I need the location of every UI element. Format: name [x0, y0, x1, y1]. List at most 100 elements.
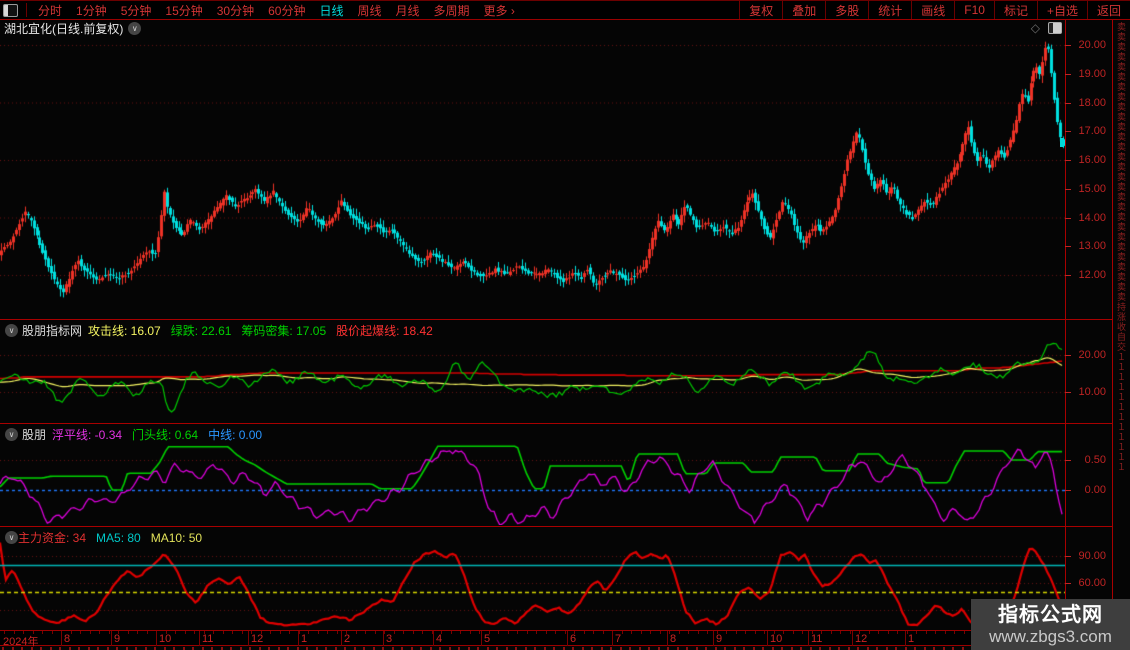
minor-tick — [365, 631, 366, 634]
minor-tick — [318, 631, 319, 634]
minor-tick — [289, 631, 290, 634]
minor-tick — [394, 631, 395, 634]
minor-tick — [888, 631, 889, 634]
menu-item-period[interactable]: 月线 — [389, 2, 427, 19]
minor-tick — [175, 631, 176, 634]
minor-tick — [916, 631, 917, 634]
menu-item-period[interactable]: 多周期 — [427, 2, 477, 19]
minor-tick — [517, 631, 518, 634]
indicator-value: 攻击线: 16.07 — [88, 324, 161, 338]
menu-item-action[interactable]: 统计 — [868, 1, 911, 19]
gupeng-panel-header: ∨ 股朋 浮平线: -0.34 门头线: 0.64 中线: 0.00 — [0, 426, 272, 443]
minor-tick — [356, 631, 357, 634]
menu-item-action[interactable]: 复权 — [739, 1, 782, 19]
funds-panel-header: ∨ 主力资金: 34 MA5: 80 MA10: 50 — [0, 529, 212, 546]
minor-tick — [850, 631, 851, 634]
month-separator — [199, 631, 200, 646]
price-axis: 20.00 19.00 18.00 17.00 16.00 15.00 14.00 13.00… — [1065, 20, 1112, 646]
time-label: 8 — [64, 633, 71, 645]
menu-item-period[interactable]: 周线 — [350, 2, 388, 19]
month-separator — [156, 631, 157, 646]
minor-tick — [451, 631, 452, 634]
axis-label: 0.00 — [1084, 484, 1106, 496]
panel-separator — [0, 319, 1112, 320]
menu-item-action[interactable]: +自选 — [1036, 1, 1087, 19]
menu-item-action[interactable]: 标记 — [993, 1, 1037, 19]
watermark-title: 指标公式网 — [998, 603, 1103, 626]
minor-tick — [584, 631, 585, 634]
time-label: 10 — [770, 633, 783, 645]
menu-item-period[interactable]: 更多 › — [477, 2, 522, 19]
minor-tick — [878, 631, 879, 634]
indicator-value: 筹码密集: 17.05 — [241, 324, 327, 338]
collapse-icon[interactable]: ∨ — [5, 324, 18, 337]
current-price-marker — [1060, 138, 1064, 147]
watermark: 指标公式网 www.zbgs3.com — [971, 599, 1130, 650]
menu-item-period[interactable]: 30分钟 — [210, 2, 261, 19]
indicator-value: 中线: 0.00 — [208, 428, 263, 442]
axis-label: 14.00 — [1078, 211, 1106, 224]
indicator-panel-lines[interactable] — [0, 332, 1065, 422]
minor-tick — [546, 631, 547, 634]
menu-item-action[interactable]: 叠加 — [782, 1, 825, 19]
month-separator — [767, 631, 768, 646]
minor-tick — [603, 631, 604, 634]
menu-item-period[interactable]: 15分钟 — [158, 2, 209, 19]
axis-label: 17.00 — [1078, 125, 1106, 138]
time-label: 7 — [615, 633, 622, 645]
month-separator — [433, 631, 434, 646]
minor-tick — [223, 631, 224, 634]
minor-tick — [147, 631, 148, 634]
panel-toggle-icon[interactable] — [3, 3, 18, 17]
toolbar-divider — [26, 3, 27, 17]
diamond-icon[interactable]: ◇ — [1031, 21, 1040, 35]
collapse-icon[interactable]: ∨ — [5, 428, 18, 441]
month-separator — [567, 631, 568, 646]
stock-title: 湖北宜化(日线.前复权) — [4, 22, 124, 36]
menu-item-action[interactable]: 返回 — [1086, 1, 1130, 19]
month-separator — [612, 631, 613, 646]
time-label: 11 — [202, 633, 214, 645]
menu-item-period[interactable]: 日线 — [312, 2, 350, 19]
minor-tick — [479, 631, 480, 634]
chevron-down-icon[interactable]: ∨ — [128, 22, 142, 35]
minor-tick — [498, 631, 499, 634]
minor-tick — [897, 631, 898, 634]
clipped-bottom-row — [0, 646, 1065, 650]
menu-item-period[interactable]: 分时 — [31, 2, 69, 19]
main-candlestick-chart[interactable] — [0, 36, 1065, 319]
menu-item-period[interactable]: 5分钟 — [114, 2, 159, 19]
minor-tick — [707, 631, 708, 634]
minor-tick — [954, 631, 955, 634]
minor-tick — [109, 631, 110, 634]
minor-tick — [736, 631, 737, 634]
indicator-value: MA5: 80 — [96, 530, 141, 545]
collapse-icon[interactable]: ∨ — [5, 531, 18, 544]
minor-tick — [622, 631, 623, 634]
minor-tick — [641, 631, 642, 634]
axis-label: 60.00 — [1078, 577, 1106, 589]
minor-tick — [945, 631, 946, 634]
menu-item-period[interactable]: 1分钟 — [69, 2, 114, 19]
panel-icon[interactable] — [1048, 22, 1062, 34]
indicator-value: MA10: 50 — [150, 530, 203, 545]
minor-tick — [508, 631, 509, 634]
month-separator — [667, 631, 668, 646]
minor-tick — [71, 631, 72, 634]
minor-tick — [280, 631, 281, 634]
month-separator — [852, 631, 853, 646]
watermark-url: www.zbgs3.com — [989, 626, 1112, 646]
menu-item-period[interactable]: 60分钟 — [261, 2, 312, 19]
indicator-name: 股朋 — [22, 428, 47, 442]
minor-tick — [99, 631, 100, 634]
indicator-value: 股价起爆线: 18.42 — [336, 324, 433, 338]
minor-tick — [337, 631, 338, 634]
menu-item-action[interactable]: 多股 — [825, 1, 868, 19]
time-label: 12 — [251, 633, 264, 645]
menu-item-action[interactable]: 画线 — [911, 1, 954, 19]
menu-item-action[interactable]: F10 — [954, 1, 994, 19]
minor-tick — [698, 631, 699, 634]
minor-tick — [185, 631, 186, 634]
time-label: 1 — [301, 633, 308, 645]
time-axis: 2024年 8 9 10 11 12 1 2 3 4 5 6 7 8 9 10 11 12 1 — [0, 630, 1065, 648]
